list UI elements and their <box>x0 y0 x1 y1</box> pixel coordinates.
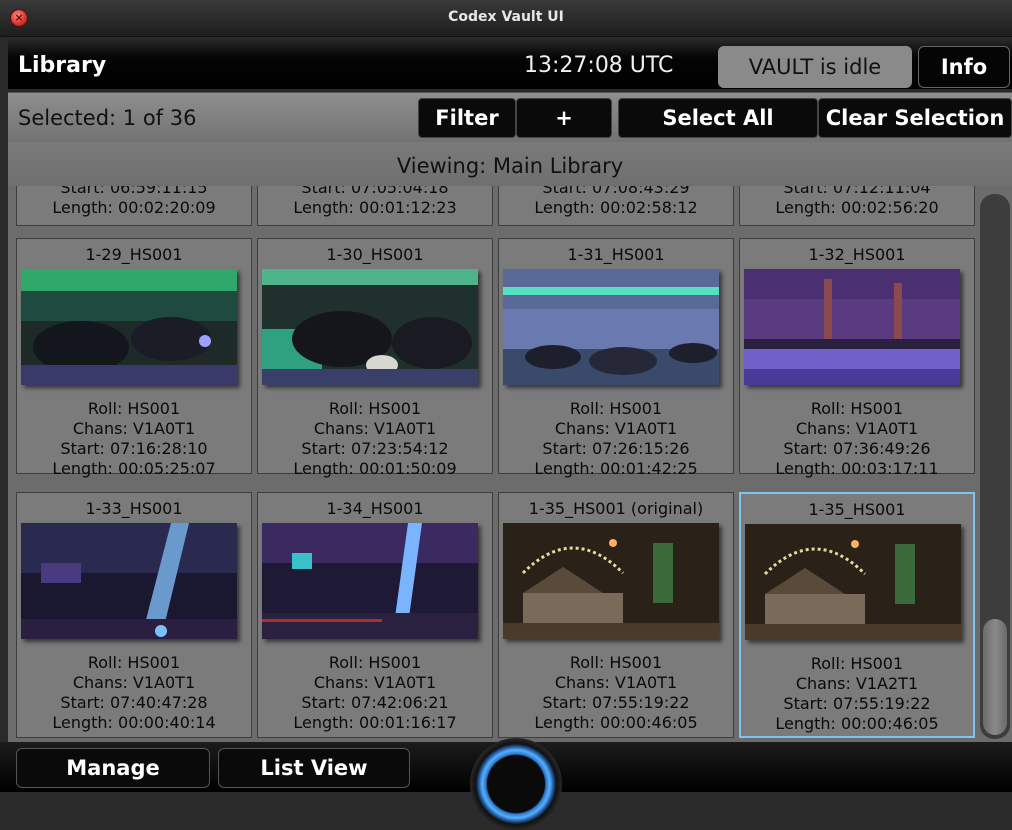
clip-start: Start: 07:08:43:29 <box>542 186 690 197</box>
clip-chans: Chans: V1A0T1 <box>554 419 678 438</box>
clip-thumbnail <box>744 269 960 385</box>
clip-roll: Roll: HS001 <box>87 653 181 672</box>
manage-button[interactable]: Manage <box>16 748 210 788</box>
clip-roll: Roll: HS001 <box>87 399 181 418</box>
clip-tile[interactable]: 1-34_HS001 Roll: HS001 Chans: V1A0T1 Sta… <box>257 492 493 738</box>
clip-tile-selected[interactable]: 1-35_HS001 Roll: HS001 Chans: V1A2T1 Sta… <box>739 492 975 738</box>
clip-name: 1-34_HS001 <box>326 499 424 518</box>
activity-ring-icon <box>470 738 562 830</box>
clip-name: 1-30_HS001 <box>326 245 424 264</box>
clip-start: Start: 07:36:49:26 <box>783 439 931 458</box>
clip-length: Length: 00:01:16:17 <box>293 713 457 732</box>
clip-length: Length: 00:03:17:11 <box>775 459 939 478</box>
clip-tile-partial[interactable]: Start: 06:59:11:15 Length: 00:02:20:09 <box>16 186 252 226</box>
window-title: Codex Vault UI <box>448 9 564 25</box>
clip-length: Length: 00:01:12:23 <box>293 198 457 217</box>
clip-start: Start: 06:59:11:15 <box>60 186 208 197</box>
clip-name: 1-31_HS001 <box>567 245 665 264</box>
clip-thumbnail <box>21 269 237 385</box>
clip-thumbnail <box>745 524 961 640</box>
clip-name: 1-29_HS001 <box>85 245 183 264</box>
clip-tile[interactable]: 1-31_HS001 Roll: HS001 Chans: V1A0T1 Sta… <box>498 238 734 478</box>
clip-start: Start: 07:55:19:22 <box>542 693 690 712</box>
add-button[interactable]: + <box>516 98 612 138</box>
clip-chans: Chans: V1A2T1 <box>795 674 919 693</box>
clip-length: Length: 00:00:46:05 <box>775 714 939 733</box>
clip-tile-partial[interactable]: Start: 07:12:11:04 Length: 00:02:56:20 <box>739 186 975 226</box>
clip-roll: Roll: HS001 <box>328 653 422 672</box>
grid-scrollbar[interactable] <box>980 194 1010 739</box>
clip-start: Start: 07:12:11:04 <box>783 186 931 197</box>
selection-count: Selected: 1 of 36 <box>18 106 197 130</box>
list-view-button[interactable]: List View <box>218 748 410 788</box>
clip-start: Start: 07:55:19:22 <box>783 694 931 713</box>
clip-tile[interactable]: 1-33_HS001 Roll: HS001 Chans: V1A0T1 Sta… <box>16 492 252 738</box>
clip-chans: Chans: V1A0T1 <box>795 419 919 438</box>
clip-length: Length: 00:02:56:20 <box>775 198 939 217</box>
clip-roll: Roll: HS001 <box>569 399 663 418</box>
clip-length: Length: 00:01:42:25 <box>534 459 698 478</box>
clip-tile[interactable]: 1-32_HS001 Roll: HS001 Chans: V1A0T1 Sta… <box>739 238 975 478</box>
select-all-button[interactable]: Select All <box>618 98 818 138</box>
clip-chans: Chans: V1A0T1 <box>72 419 196 438</box>
clip-roll: Roll: HS001 <box>810 654 904 673</box>
clip-start: Start: 07:05:04:18 <box>301 186 449 197</box>
vault-status-badge: VAULT is idle <box>718 46 912 88</box>
clip-thumbnail <box>262 269 478 385</box>
clip-name: 1-33_HS001 <box>85 499 183 518</box>
window-titlebar: × Codex Vault UI <box>0 0 1012 37</box>
clip-tile[interactable]: 1-30_HS001 Roll: HS001 Chans: V1A0T1 Sta… <box>257 238 493 478</box>
clip-name: 1-35_HS001 <box>808 500 906 519</box>
clip-thumbnail <box>503 269 719 385</box>
clip-length: Length: 00:05:25:07 <box>52 459 216 478</box>
clip-length: Length: 00:00:46:05 <box>534 713 698 732</box>
clip-tile[interactable]: 1-35_HS001 (original) Roll: HS001 Chans:… <box>498 492 734 738</box>
clip-name: 1-32_HS001 <box>808 245 906 264</box>
clip-tile-partial[interactable]: Start: 07:05:04:18 Length: 00:01:12:23 <box>257 186 493 226</box>
clip-name: 1-35_HS001 (original) <box>528 499 704 518</box>
clip-tile-partial[interactable]: Start: 07:08:43:29 Length: 00:02:58:12 <box>498 186 734 226</box>
viewing-bar: Viewing: Main Library <box>8 142 1012 190</box>
clip-chans: Chans: V1A0T1 <box>313 419 437 438</box>
clip-length: Length: 00:02:20:09 <box>52 198 216 217</box>
clip-chans: Chans: V1A0T1 <box>554 673 678 692</box>
clip-length: Length: 00:01:50:09 <box>293 459 457 478</box>
clip-tile[interactable]: 1-29_HS001 Roll: HS001 Chans: V1A0T1 Sta… <box>16 238 252 478</box>
selection-toolbar: Selected: 1 of 36 Filter + Select All Cl… <box>8 92 1012 143</box>
clip-chans: Chans: V1A0T1 <box>313 673 437 692</box>
clip-roll: Roll: HS001 <box>569 653 663 672</box>
clip-roll: Roll: HS001 <box>810 399 904 418</box>
clear-selection-button[interactable]: Clear Selection <box>818 98 1012 138</box>
clip-thumbnail <box>21 523 237 639</box>
grid-scrollbar-thumb[interactable] <box>983 619 1007 735</box>
clip-start: Start: 07:23:54:12 <box>301 439 449 458</box>
utc-clock: 13:27:08 UTC <box>524 53 674 78</box>
clip-length: Length: 00:02:58:12 <box>534 198 698 217</box>
clip-length: Length: 00:00:40:14 <box>52 713 216 732</box>
filter-button[interactable]: Filter <box>418 98 516 138</box>
clip-grid[interactable]: Start: 06:59:11:15 Length: 00:02:20:09 S… <box>8 186 1012 742</box>
clip-start: Start: 07:16:28:10 <box>60 439 208 458</box>
viewing-label: Viewing: Main Library <box>396 154 624 178</box>
clip-chans: Chans: V1A0T1 <box>72 673 196 692</box>
clip-start: Start: 07:40:47:28 <box>60 693 208 712</box>
clip-start: Start: 07:42:06:21 <box>301 693 449 712</box>
clip-thumbnail <box>262 523 478 639</box>
clip-roll: Roll: HS001 <box>328 399 422 418</box>
page-title: Library <box>18 53 107 78</box>
clip-thumbnail <box>503 523 719 639</box>
library-header: Library 13:27:08 UTC VAULT is idle Info <box>8 37 1012 89</box>
clip-start: Start: 07:26:15:26 <box>542 439 690 458</box>
info-button[interactable]: Info <box>918 46 1010 88</box>
